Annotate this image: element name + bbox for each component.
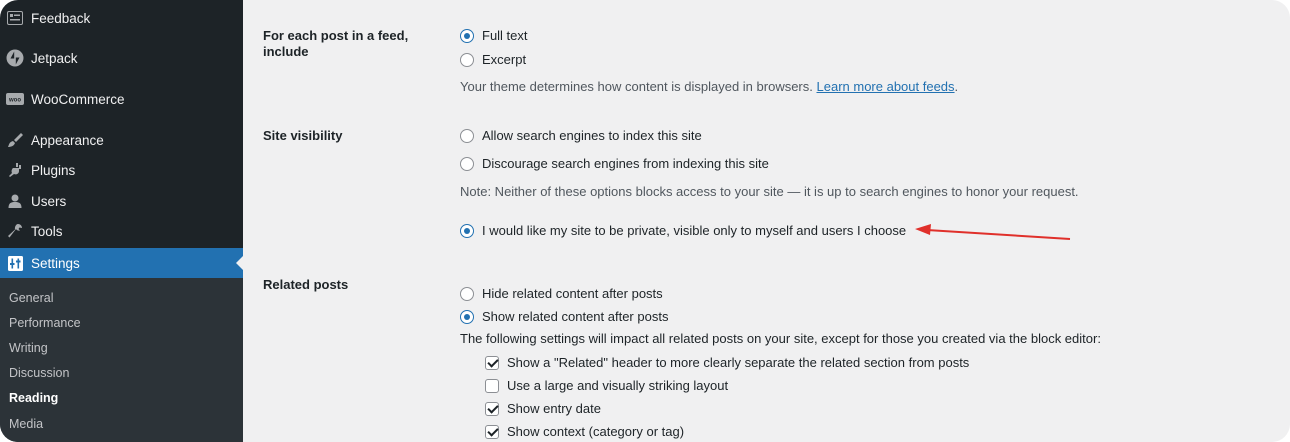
learn-more-feeds-link[interactable]: Learn more about feeds (817, 79, 955, 94)
submenu-item-writing[interactable]: Writing (9, 341, 48, 355)
settings-icon (5, 253, 25, 273)
context-checkbox[interactable] (485, 424, 499, 439)
related-header-option[interactable]: Show a "Related" header to more clearly … (485, 355, 969, 370)
feed-full-text-radio[interactable] (460, 28, 474, 43)
submenu-item-general[interactable]: General (9, 291, 53, 305)
private-site-option[interactable]: I would like my site to be private, visi… (460, 223, 906, 238)
sidebar-item-settings[interactable]: Settings (0, 248, 243, 278)
sidebar-item-label: Appearance (31, 132, 104, 148)
submenu-item-media[interactable]: Media (9, 417, 43, 431)
app-frame: Feedback Jetpack woo WooCommerce Appeara… (0, 0, 1290, 442)
sidebar-item-appearance[interactable]: Appearance (0, 125, 243, 155)
feed-note-period: . (954, 79, 959, 94)
sidebar-item-label: Plugins (31, 162, 76, 178)
option-label: Excerpt (482, 52, 527, 67)
sidebar-item-label: Feedback (31, 10, 91, 26)
context-option[interactable]: Show context (category or tag) (485, 424, 684, 439)
related-posts-label: Related posts (263, 277, 349, 292)
option-label: I would like my site to be private, visi… (482, 223, 907, 238)
annotation-arrow-icon (915, 224, 1071, 240)
related-header-checkbox[interactable] (485, 355, 499, 370)
sidebar-item-label: Tools (31, 223, 63, 239)
feed-excerpt-radio[interactable] (460, 52, 474, 67)
submenu-item-discussion[interactable]: Discussion (9, 366, 69, 380)
sidebar-item-jetpack[interactable]: Jetpack (0, 43, 243, 73)
option-label: Show a "Related" header to more clearly … (507, 355, 970, 370)
discourage-indexing-option[interactable]: Discourage search engines from indexing … (460, 156, 769, 171)
option-label: Hide related content after posts (482, 286, 663, 301)
show-related-radio[interactable] (460, 309, 474, 324)
option-label: Allow search engines to index this site (482, 128, 702, 143)
option-label: Use a large and visually striking layout (507, 378, 729, 393)
submenu-item-reading[interactable]: Reading (9, 391, 58, 405)
feedback-icon (5, 8, 25, 28)
feed-excerpt-option[interactable]: Excerpt (460, 52, 526, 67)
allow-indexing-option[interactable]: Allow search engines to index this site (460, 128, 702, 143)
site-visibility-label: Site visibility (263, 128, 343, 143)
sidebar-item-label: Settings (31, 255, 80, 271)
sidebar-item-tools[interactable]: Tools (0, 216, 243, 246)
sidebar-item-woocommerce[interactable]: woo WooCommerce (0, 84, 243, 114)
option-label: Show entry date (507, 401, 601, 416)
entry-date-checkbox[interactable] (485, 401, 499, 416)
sidebar-item-plugins[interactable]: Plugins (0, 155, 243, 185)
sidebar-item-label: Jetpack (31, 50, 78, 66)
visibility-note: Note: Neither of these options blocks ac… (460, 184, 1079, 199)
private-site-radio[interactable] (460, 223, 474, 238)
entry-date-option[interactable]: Show entry date (485, 401, 601, 416)
large-layout-checkbox[interactable] (485, 378, 499, 393)
active-indicator (236, 256, 243, 270)
plugins-icon (5, 160, 25, 180)
discourage-indexing-radio[interactable] (460, 156, 474, 171)
option-label: Show related content after posts (482, 309, 669, 324)
feed-note: Your theme determines how content is dis… (460, 79, 813, 94)
show-related-option[interactable]: Show related content after posts (460, 309, 668, 324)
sidebar-item-label: WooCommerce (31, 91, 125, 107)
admin-sidebar: Feedback Jetpack woo WooCommerce Appeara… (0, 0, 243, 442)
tools-icon (5, 221, 25, 241)
submenu-item-performance[interactable]: Performance (9, 316, 81, 330)
related-note: The following settings will impact all r… (460, 331, 1101, 346)
users-icon (5, 191, 25, 211)
option-label: Discourage search engines from indexing … (482, 156, 769, 171)
sidebar-item-feedback[interactable]: Feedback (0, 3, 243, 33)
sidebar-item-users[interactable]: Users (0, 186, 243, 216)
sidebar-item-label: Users (31, 193, 67, 209)
allow-indexing-radio[interactable] (460, 128, 474, 143)
woocommerce-icon: woo (5, 89, 25, 109)
option-label: Full text (482, 28, 528, 43)
feed-full-text-option[interactable]: Full text (460, 28, 528, 43)
hide-related-radio[interactable] (460, 286, 474, 301)
feed-setting-label: For each post in a feed, include (263, 28, 409, 59)
hide-related-option[interactable]: Hide related content after posts (460, 286, 663, 301)
option-label: Show context (category or tag) (507, 424, 685, 439)
settings-submenu: General Performance Writing Discussion R… (0, 278, 243, 442)
jetpack-icon (5, 48, 25, 68)
appearance-icon (5, 130, 25, 150)
svg-text:woo: woo (8, 97, 21, 103)
large-layout-option[interactable]: Use a large and visually striking layout (485, 378, 728, 393)
feed-description: Your theme determines how content is dis… (460, 79, 958, 94)
